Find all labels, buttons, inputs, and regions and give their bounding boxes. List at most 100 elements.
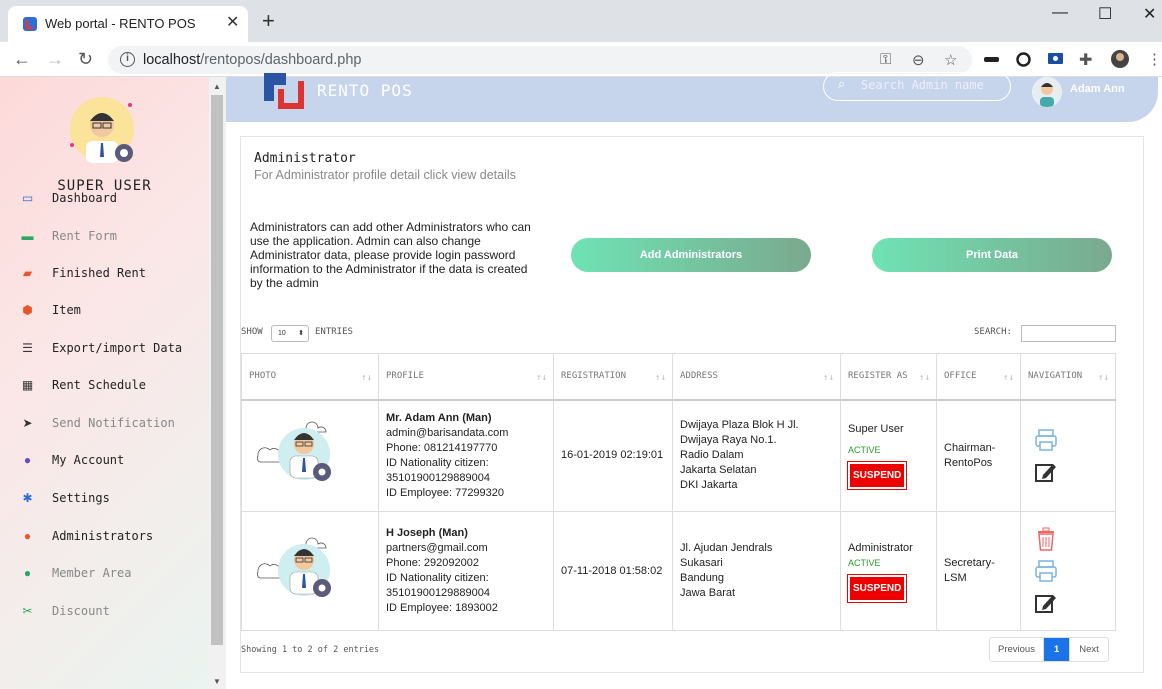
administrator-card: Administrator For Administrator profile …: [240, 136, 1144, 673]
table-row: Mr. Adam Ann (Man) admin@barisandata.com…: [241, 399, 1116, 512]
registration-cell: 16-01-2019 02:19:01: [553, 399, 673, 512]
page-1-button[interactable]: 1: [1043, 638, 1070, 661]
extensions-puzzle-icon[interactable]: ✚: [1079, 50, 1092, 70]
column-header-label: ADDRESS: [680, 371, 718, 382]
edit-icon[interactable]: [1033, 459, 1059, 485]
id-value: 35101900129889004: [386, 471, 491, 484]
entries-per-page-select[interactable]: 10 ⬍: [271, 325, 309, 342]
sidebar-scrollbar[interactable]: ▲ ▼: [209, 77, 226, 689]
photo-cell: [241, 511, 379, 631]
sidebar-item-item[interactable]: ⬢ Item: [0, 295, 209, 325]
sort-arrows-icon[interactable]: ↑↓: [361, 373, 372, 383]
extension-circle-icon[interactable]: [1015, 51, 1032, 68]
sidebar-item-rent-schedule[interactable]: ▦ Rent Schedule: [0, 370, 209, 400]
forward-arrow-icon[interactable]: →: [46, 49, 64, 70]
back-arrow-icon[interactable]: ←: [13, 49, 31, 70]
previous-page-button[interactable]: Previous: [990, 638, 1044, 661]
user-avatar[interactable]: [1032, 77, 1062, 107]
column-header-profile[interactable]: PROFILE ↑↓: [378, 353, 554, 401]
column-header-label: REGISTER AS: [848, 371, 908, 382]
tab-close-icon[interactable]: ✕: [226, 14, 239, 32]
column-header-photo[interactable]: PHOTO ↑↓: [241, 353, 379, 401]
sidebar-item-administrators[interactable]: ● Administrators: [0, 521, 209, 551]
column-header-register-as[interactable]: REGISTER AS ↑↓: [840, 353, 937, 401]
maximize-button[interactable]: ☐: [1098, 4, 1112, 24]
scrollbar-thumb[interactable]: [211, 95, 223, 645]
edit-icon[interactable]: [1033, 590, 1059, 616]
address-line: Jakarta Selatan: [680, 464, 757, 477]
profile-avatar-icon[interactable]: [1110, 49, 1130, 69]
column-header-registration[interactable]: REGISTRATION ↑↓: [553, 353, 673, 401]
sort-arrows-icon[interactable]: ↑↓: [1003, 373, 1014, 383]
column-header-navigation[interactable]: NAVIGATION ↑↓: [1020, 353, 1116, 401]
scroll-up-arrow-icon[interactable]: ▲: [213, 82, 221, 91]
admin-name: Mr. Adam Ann (Man): [386, 411, 492, 424]
brand-name: RENTO POS: [317, 81, 413, 100]
extension-glasses-icon[interactable]: [983, 51, 1000, 68]
sidebar-item-send-notification[interactable]: ➤ Send Notification: [0, 408, 209, 438]
sidebar-item-label: Settings: [52, 491, 110, 505]
sidebar-item-my-account[interactable]: ● My Account: [0, 445, 209, 475]
page-subtitle: For Administrator profile detail click v…: [254, 168, 516, 182]
column-header-office[interactable]: OFFICE ↑↓: [936, 353, 1021, 401]
address-cell: Jl. Ajudan Jendrals Sukasari Bandung Jawa B…: [672, 511, 841, 631]
sidebar-item-label: Member Area: [52, 566, 132, 580]
key-icon[interactable]: ⚿: [880, 51, 891, 68]
sidebar-item-label: Administrators: [52, 529, 154, 543]
app-header: RENTO POS ⌕ Search Admin name Adam Ann: [226, 72, 1158, 122]
delete-trash-icon[interactable]: [1033, 526, 1059, 552]
sort-arrows-icon[interactable]: ↑↓: [1098, 373, 1109, 383]
site-info-icon[interactable]: i: [120, 52, 135, 67]
column-header-address[interactable]: ADDRESS ↑↓: [672, 353, 841, 401]
zoom-icon[interactable]: ⊖: [912, 51, 925, 69]
suspend-button[interactable]: SUSPEND: [846, 461, 908, 491]
url-omnibox[interactable]: i localhost/rentopos/dashboard.php ⚿ ⊖ ☆: [108, 46, 972, 74]
search-icon: ⌕: [838, 76, 846, 91]
table-search-input[interactable]: [1021, 325, 1116, 342]
print-data-button[interactable]: Print Data: [872, 238, 1112, 272]
sort-arrows-icon[interactable]: ↑↓: [919, 373, 930, 383]
sidebar-item-label: Discount: [52, 604, 110, 618]
table-body: Mr. Adam Ann (Man) admin@barisandata.com…: [241, 399, 1116, 631]
sidebar-item-finished-rent[interactable]: ▰ Finished Rent: [0, 258, 209, 288]
extension-screen-icon[interactable]: [1047, 51, 1064, 68]
sort-arrows-icon[interactable]: ↑↓: [536, 373, 547, 383]
register-as-cell: Super User ACTIVE SUSPEND: [840, 399, 937, 512]
browser-menu-icon[interactable]: ⋮: [1147, 50, 1162, 68]
user-name[interactable]: Adam Ann: [1070, 83, 1125, 95]
column-header-label: OFFICE: [944, 371, 977, 382]
sort-arrows-icon[interactable]: ↑↓: [655, 373, 666, 383]
suspend-button[interactable]: SUSPEND: [846, 573, 908, 603]
search-placeholder: Search Admin name: [861, 78, 984, 92]
photo-cell: [241, 399, 379, 512]
navigation-cell: [1020, 399, 1116, 512]
table-header-row: PHOTO ↑↓ PROFILE ↑↓ REGISTRATION ↑↓ ADDRESS ↑↓ R…: [241, 353, 1116, 401]
sidebar-item-dashboard[interactable]: ▭ Dashboard: [0, 183, 209, 213]
browser-tab[interactable]: Web portal - RENTO POS ✕: [8, 6, 248, 42]
add-administrators-button[interactable]: Add Administrators: [571, 238, 811, 272]
sidebar-item-label: Rent Form: [52, 229, 118, 243]
window-close-button[interactable]: ✕: [1143, 4, 1156, 24]
sidebar-item-settings[interactable]: ✱ Settings: [0, 483, 209, 513]
minimize-button[interactable]: —: [1052, 4, 1068, 22]
sort-arrows-icon[interactable]: ↑↓: [823, 373, 834, 383]
admin-search-input[interactable]: ⌕ Search Admin name: [823, 72, 1011, 101]
id-label: ID Nationality citizen:: [386, 456, 489, 469]
admin-photo: [256, 421, 331, 482]
browser-tab-strip: Web portal - RENTO POS ✕ + — ☐ ✕: [0, 0, 1162, 42]
print-icon[interactable]: [1033, 427, 1059, 453]
new-tab-button[interactable]: +: [262, 10, 275, 32]
sidebar-item-discount[interactable]: ✂ Discount: [0, 596, 209, 626]
print-icon[interactable]: [1033, 558, 1059, 584]
navigation-cell: [1020, 511, 1116, 631]
bookmark-star-icon[interactable]: ☆: [944, 51, 957, 69]
next-page-button[interactable]: Next: [1069, 638, 1108, 661]
register-role: Super User: [848, 423, 904, 436]
url-text[interactable]: localhost/rentopos/dashboard.php: [143, 52, 361, 68]
sidebar-item-export-import-data[interactable]: ☰ Export/import Data: [0, 333, 209, 363]
sidebar-item-member-area[interactable]: ● Member Area: [0, 558, 209, 588]
reload-icon[interactable]: ↻: [78, 49, 93, 70]
admin-phone: Phone: 292092002: [386, 557, 479, 569]
scroll-down-arrow-icon[interactable]: ▼: [213, 677, 221, 686]
sidebar-item-rent-form[interactable]: ▬ Rent Form: [0, 221, 209, 251]
